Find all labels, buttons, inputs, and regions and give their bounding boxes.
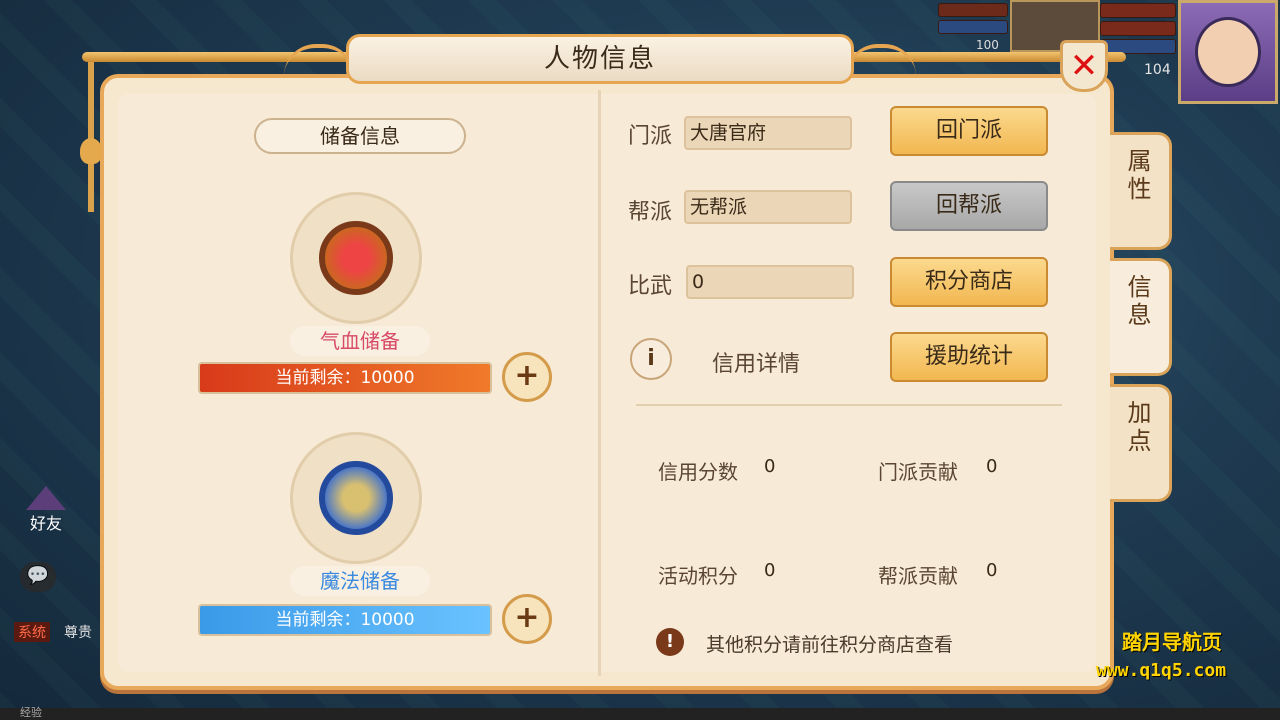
points-notice: 其他积分请前往积分商店查看 bbox=[706, 634, 954, 656]
plus-icon: + bbox=[514, 600, 540, 635]
player-portrait[interactable] bbox=[1178, 0, 1278, 104]
pet-level: 100 bbox=[976, 38, 999, 52]
sect-value: 大唐官府 bbox=[684, 116, 852, 150]
activity-points-value: 0 bbox=[764, 560, 776, 581]
bell-decoration bbox=[80, 138, 102, 164]
player-level: 104 bbox=[1144, 62, 1171, 78]
tab-add-points-label: 加 点 bbox=[1127, 399, 1152, 455]
close-icon: ✕ bbox=[1069, 46, 1099, 86]
assist-stats-button[interactable]: 援助统计 bbox=[890, 332, 1048, 382]
sect-contribution-label: 门派贡献 bbox=[878, 460, 958, 484]
chat-icon[interactable]: 💬 bbox=[20, 562, 56, 592]
tab-attributes-label: 属 性 bbox=[1127, 147, 1152, 203]
pk-label: 比武 bbox=[628, 274, 673, 299]
mp-reserve-icon-frame bbox=[290, 432, 422, 564]
tab-info[interactable]: 信 息 bbox=[1110, 258, 1172, 376]
pet-mp-bar bbox=[938, 20, 1008, 34]
warning-icon: ! bbox=[656, 628, 684, 656]
system-message: 尊贵 bbox=[64, 625, 92, 641]
hp-soup-bowl-icon bbox=[319, 221, 393, 295]
system-channel-tag: 系统 bbox=[14, 622, 50, 642]
gang-value: 无帮派 bbox=[684, 190, 852, 224]
pet-hp-bar bbox=[938, 3, 1008, 17]
dialog-title-bar: 人物信息 bbox=[346, 34, 854, 84]
points-shop-button[interactable]: 积分商店 bbox=[890, 257, 1048, 307]
reserve-section-title: 储备信息 bbox=[254, 118, 466, 154]
tab-add-points[interactable]: 加 点 bbox=[1110, 384, 1172, 502]
credit-score-label: 信用分数 bbox=[658, 460, 738, 484]
add-hp-reserve-button[interactable]: + bbox=[502, 352, 552, 402]
close-button[interactable]: ✕ bbox=[1060, 40, 1108, 92]
pk-value: 0 bbox=[686, 265, 854, 299]
return-sect-button[interactable]: 回门派 bbox=[890, 106, 1048, 156]
activity-points-label: 活动积分 bbox=[658, 564, 738, 588]
hp-reserve-label: 气血储备 bbox=[290, 326, 430, 356]
gang-label: 帮派 bbox=[628, 200, 673, 225]
return-gang-button[interactable]: 回帮派 bbox=[890, 181, 1048, 231]
hp-reserve-icon-frame bbox=[290, 192, 422, 324]
sect-contribution-value: 0 bbox=[986, 456, 998, 477]
mp-reserve-bar: 当前剩余：10000 bbox=[198, 604, 492, 636]
sect-label: 门派 bbox=[628, 124, 673, 149]
friends-label: 好友 bbox=[29, 514, 62, 533]
section-divider bbox=[636, 404, 1062, 406]
gang-contribution-label: 帮派贡献 bbox=[878, 564, 958, 588]
plus-icon: + bbox=[514, 358, 540, 393]
player-status-bars bbox=[1100, 0, 1176, 60]
credit-score-value: 0 bbox=[764, 456, 776, 477]
mp-soup-bowl-icon bbox=[319, 461, 393, 535]
friends-button[interactable]: 好友 bbox=[20, 486, 72, 542]
friends-icon bbox=[26, 486, 66, 510]
mp-reserve-label: 魔法储备 bbox=[290, 566, 430, 596]
panel-divider bbox=[598, 90, 601, 676]
exp-label: 经验 bbox=[20, 706, 42, 719]
hp-reserve-bar: 当前剩余：10000 bbox=[198, 362, 492, 394]
exp-bar bbox=[0, 708, 1280, 720]
credit-detail-link[interactable]: 信用详情 bbox=[712, 346, 800, 378]
tab-attributes[interactable]: 属 性 bbox=[1110, 132, 1172, 250]
player-avatar bbox=[1195, 17, 1261, 87]
player-hp-bar bbox=[1100, 3, 1176, 18]
watermark-title: 踏月导航页 bbox=[1122, 630, 1222, 654]
add-mp-reserve-button[interactable]: + bbox=[502, 594, 552, 644]
info-icon[interactable]: i bbox=[630, 338, 672, 380]
dialog-title: 人物信息 bbox=[543, 44, 656, 74]
player-rage-bar bbox=[1100, 21, 1176, 36]
gang-contribution-value: 0 bbox=[986, 560, 998, 581]
watermark-url: www.q1q5.com bbox=[1096, 660, 1227, 681]
tassel-decoration bbox=[88, 62, 94, 212]
tab-info-label: 信 息 bbox=[1127, 273, 1152, 329]
